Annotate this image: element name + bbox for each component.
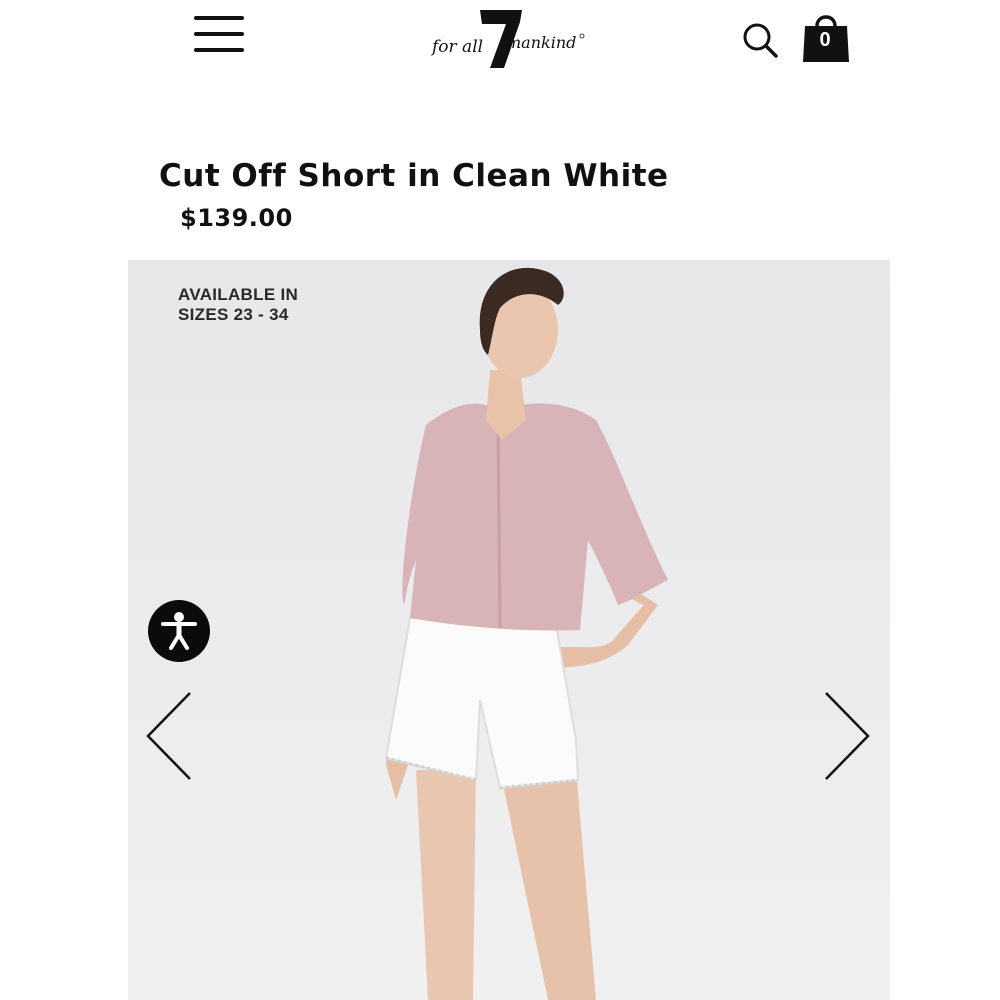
site-header: for all mankind 0: [0, 0, 1000, 90]
cart-count-badge: 0: [819, 29, 831, 51]
chevron-left-icon[interactable]: [140, 688, 200, 788]
size-availability-line2: SIZES 23 - 34: [178, 305, 289, 324]
shopping-bag-icon[interactable]: 0: [802, 10, 850, 64]
size-availability-label: AVAILABLE IN SIZES 23 - 34: [178, 285, 298, 325]
size-availability-line1: AVAILABLE IN: [178, 285, 299, 304]
svg-text:mankind: mankind: [506, 33, 576, 52]
product-page: for all mankind 0 Cut Off Short in Clean…: [0, 0, 1000, 1000]
product-image[interactable]: AVAILABLE IN SIZES 23 - 34: [128, 260, 890, 1000]
model-photo: [384, 267, 668, 1000]
product-title: Cut Off Short in Clean White: [159, 158, 669, 194]
svg-text:for all: for all: [430, 37, 483, 57]
search-icon[interactable]: [740, 20, 780, 60]
product-price: $139.00: [180, 204, 293, 232]
hamburger-menu-icon[interactable]: [190, 12, 250, 58]
accessibility-icon[interactable]: [148, 600, 210, 662]
chevron-right-icon[interactable]: [816, 688, 876, 788]
brand-logo[interactable]: for all mankind: [430, 8, 590, 70]
